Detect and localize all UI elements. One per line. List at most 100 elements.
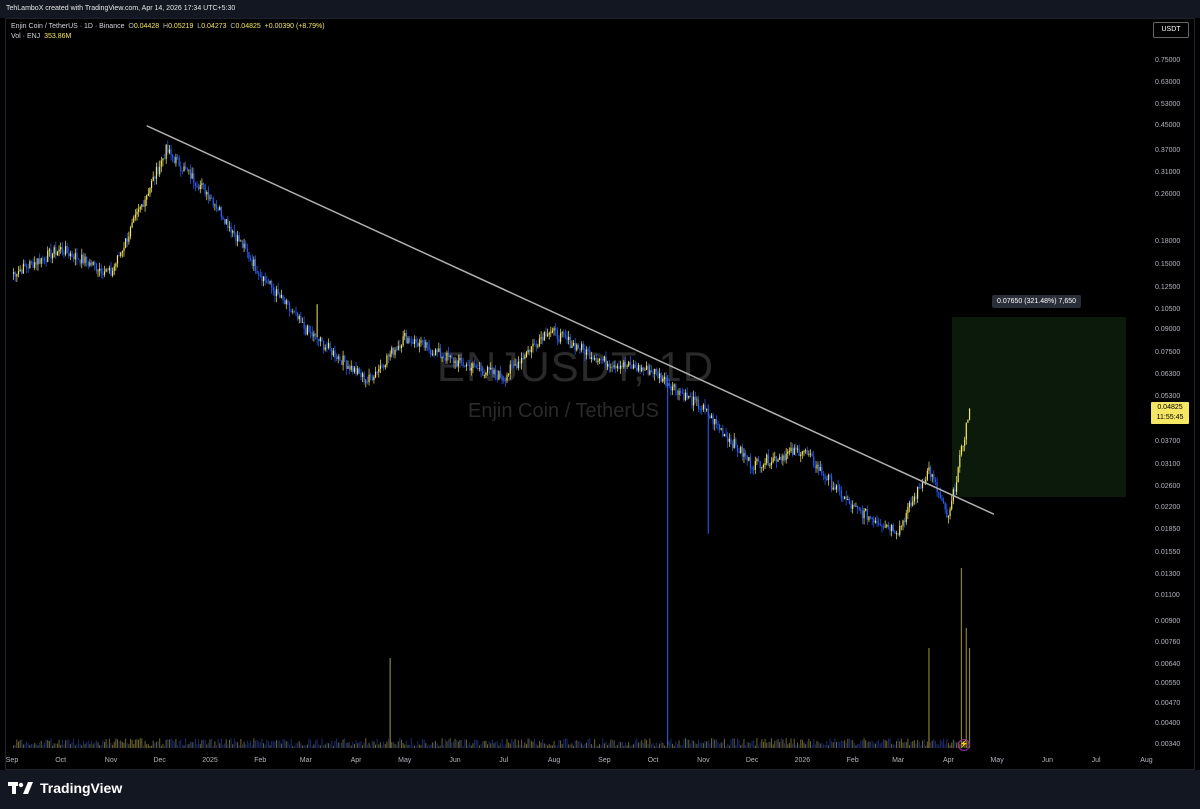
candle-body	[827, 475, 829, 481]
candle-body	[936, 481, 938, 493]
volume-bar	[139, 738, 141, 748]
candle-body	[650, 370, 653, 372]
volume-bar	[586, 742, 588, 748]
candle-body	[741, 446, 743, 457]
candle-body	[694, 396, 696, 400]
volume-bar	[844, 740, 846, 748]
candle-body	[764, 463, 766, 465]
candle-body	[178, 157, 180, 167]
candle-body	[553, 328, 555, 331]
volume-bar	[60, 744, 62, 748]
candle-body	[381, 365, 383, 367]
candle-body	[261, 275, 263, 282]
volume-bar	[738, 739, 740, 748]
volume-bar	[379, 742, 381, 748]
price-tick-label: 0.12500	[1155, 284, 1181, 292]
candle-body	[438, 348, 440, 352]
volume-bar	[271, 740, 273, 748]
candle-body	[368, 374, 370, 383]
candle-body	[670, 385, 672, 391]
candle-body	[426, 342, 429, 345]
candle-body	[790, 447, 792, 452]
candle-body	[767, 454, 769, 466]
volume-bar	[845, 743, 847, 748]
volume-bar	[305, 745, 307, 748]
volume-bar	[63, 744, 65, 748]
volume-bar	[714, 739, 716, 748]
volume-bar	[428, 744, 430, 748]
volume-bar	[865, 740, 867, 748]
volume-bar	[623, 745, 625, 748]
candle-body	[495, 369, 497, 376]
lightning-icon[interactable]: ⚡	[958, 739, 970, 751]
candle-body	[881, 525, 883, 527]
volume-bar	[311, 745, 313, 748]
volume-bar	[621, 741, 623, 748]
volume-bar	[462, 745, 464, 748]
candle-body	[725, 434, 727, 437]
candle-body	[404, 332, 406, 337]
candle-body	[746, 455, 748, 461]
candle-body	[360, 373, 362, 377]
volume-bar	[340, 742, 342, 748]
candle-body	[13, 272, 15, 274]
volume-bar	[488, 741, 490, 748]
volume-spike	[960, 568, 963, 748]
candle-body	[14, 272, 16, 277]
volume-bar	[50, 738, 52, 748]
candle-body	[451, 355, 453, 358]
volume-bar	[349, 741, 351, 748]
volume-bar	[534, 738, 536, 748]
candle-body	[951, 500, 953, 510]
candle-body	[292, 311, 294, 313]
volume-spike	[928, 648, 930, 748]
volume-bar	[569, 744, 571, 748]
candle-body	[907, 507, 909, 513]
candle-body	[358, 368, 360, 374]
candle-body	[457, 360, 459, 367]
volume-bar	[870, 741, 872, 748]
candle-body	[769, 464, 771, 466]
volume-bar	[710, 738, 712, 748]
volume-bar	[303, 744, 305, 748]
volume-bar	[172, 740, 174, 748]
volume-bar	[376, 738, 378, 748]
volume-bar	[759, 742, 761, 748]
volume-bar	[577, 741, 579, 748]
volume-bar	[35, 744, 37, 748]
volume-bar	[94, 742, 96, 748]
volume-bar	[170, 738, 172, 748]
volume-bar	[943, 738, 945, 748]
volume-bar	[795, 744, 797, 748]
chart-canvas[interactable]	[0, 0, 1200, 809]
tv-logo-icon	[8, 782, 33, 794]
volume-bar	[53, 743, 55, 748]
volume-bar	[756, 738, 758, 748]
volume-bar	[905, 742, 907, 748]
candle-body	[917, 486, 919, 499]
volume-bar	[798, 744, 800, 748]
tradingview-logo[interactable]: TradingView	[8, 780, 122, 796]
volume-bar	[637, 742, 639, 748]
candle-body	[542, 337, 544, 341]
volume-bar	[727, 743, 729, 748]
candle-body	[910, 502, 912, 506]
candle-body	[886, 524, 888, 527]
candle-body	[829, 475, 831, 477]
candle-body	[188, 169, 190, 171]
candle-body	[241, 240, 244, 248]
candle-body	[514, 364, 516, 366]
volume-bar	[780, 738, 782, 748]
candle-body	[313, 333, 315, 337]
volume-bar	[886, 740, 888, 748]
candle-body	[248, 251, 250, 259]
volume-bar	[167, 738, 169, 748]
candle-body	[569, 336, 571, 348]
volume-bar	[624, 742, 626, 748]
volume-bar	[27, 743, 29, 748]
candle-body	[459, 357, 461, 361]
volume-bar	[199, 744, 201, 748]
volume-bar	[858, 743, 860, 748]
volume-bar	[209, 739, 211, 748]
candle-body	[256, 270, 258, 274]
